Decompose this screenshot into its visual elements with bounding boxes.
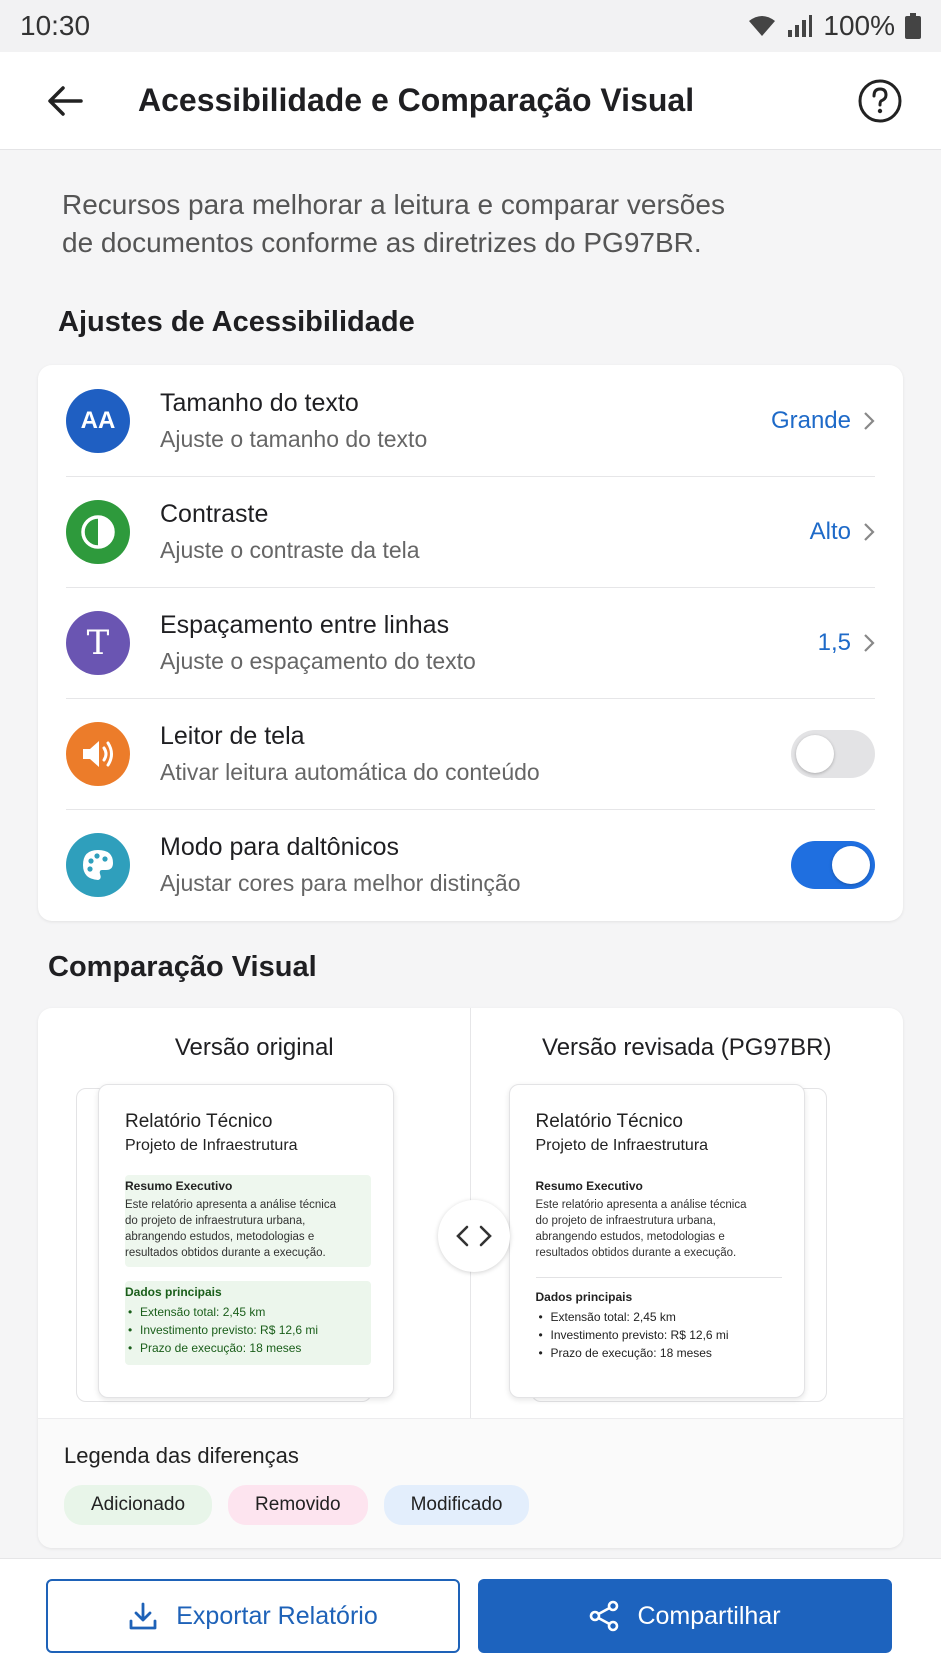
setting-value[interactable]: Alto <box>810 518 875 546</box>
wifi-icon <box>749 16 776 36</box>
chevron-right-icon <box>864 411 875 430</box>
export-report-button[interactable]: Exportar Relatório <box>46 1579 460 1653</box>
setting-title: Modo para daltônicos <box>160 832 400 861</box>
original-version-column: Versão original Relatório Técnico Projet… <box>38 1008 471 1418</box>
intro-text: Recursos para melhorar a leitura e compa… <box>0 150 941 300</box>
share-icon <box>590 1600 619 1632</box>
screen-reader-toggle[interactable] <box>791 729 875 778</box>
differences-legend: Legenda das diferenças Adicionado Removi… <box>38 1418 903 1548</box>
setting-value[interactable]: Grande <box>771 407 875 435</box>
setting-title: Tamanho do texto <box>160 388 359 417</box>
contrast-icon <box>66 499 130 564</box>
status-time: 10:30 <box>20 10 91 41</box>
setting-subtitle: Ajuste o espaçamento do texto <box>160 647 476 674</box>
setting-colorblind-mode: Modo para daltônicos Ajustar cores para … <box>38 809 903 920</box>
help-icon[interactable] <box>857 78 903 124</box>
legend-chip-modified: Modificado <box>383 1485 530 1525</box>
original-version-label: Versão original <box>174 1034 334 1061</box>
download-icon <box>129 1602 157 1630</box>
compare-slider-handle[interactable] <box>438 1200 510 1272</box>
intro-line-1: Recursos para melhorar a leitura e compa… <box>62 189 725 220</box>
palette-icon <box>66 832 130 897</box>
colorblind-mode-toggle[interactable] <box>791 840 875 889</box>
accessibility-section-title: Ajustes de Acessibilidade <box>58 306 415 338</box>
revised-document-preview[interactable]: Relatório Técnico Projeto de Infraestrut… <box>508 1084 805 1398</box>
summary-block: Resumo Executivo Este relatório apresent… <box>535 1179 747 1259</box>
revised-version-column: Versão revisada (PG97BR) Relatório Técni… <box>471 1008 904 1418</box>
bottom-action-bar: Exportar Relatório Compartilhar <box>0 1558 941 1672</box>
toggle-knob <box>796 734 834 773</box>
doc-title: Relatório Técnico <box>535 1111 684 1132</box>
arrow-left-icon <box>48 85 83 116</box>
setting-subtitle: Ajuste o contraste da tela <box>160 536 420 563</box>
setting-subtitle: Ativar leitura automática do conteúdo <box>160 758 540 785</box>
app-bar: Acessibilidade e Comparação Visual <box>0 52 941 150</box>
setting-title: Espaçamento entre linhas <box>160 610 450 639</box>
setting-contrast[interactable]: Contraste Ajuste o contraste da tela Alt… <box>38 476 903 587</box>
doc-subtitle: Projeto de Infraestrutura <box>535 1137 709 1154</box>
setting-title: Leitor de tela <box>160 721 305 750</box>
status-bar: 10:30 100% <box>0 0 941 52</box>
setting-subtitle: Ajuste o tamanho do texto <box>160 425 428 452</box>
share-label: Compartilhar <box>637 1601 781 1630</box>
legend-chip-added: Adicionado <box>64 1485 213 1525</box>
doc-title: Relatório Técnico <box>125 1111 273 1132</box>
toggle-knob <box>832 845 870 884</box>
revised-version-label: Versão revisada (PG97BR) <box>542 1034 832 1061</box>
share-button[interactable]: Compartilhar <box>478 1579 892 1653</box>
original-document-preview[interactable]: Relatório Técnico Projeto de Infraestrut… <box>98 1084 394 1398</box>
chevron-right-icon <box>864 633 875 652</box>
text-size-icon: AA <box>66 388 130 453</box>
export-report-label: Exportar Relatório <box>176 1601 378 1630</box>
setting-screen-reader: Leitor de tela Ativar leitura automática… <box>38 698 903 809</box>
summary-block-added: Resumo Executivo Este relatório apresent… <box>125 1175 371 1267</box>
setting-title: Contraste <box>160 499 269 528</box>
chevron-right-icon <box>864 522 875 541</box>
page-title: Acessibilidade e Comparação Visual <box>138 82 695 118</box>
setting-line-spacing[interactable]: T Espaçamento entre linhas Ajuste o espa… <box>38 587 903 698</box>
status-indicators: 100% <box>747 10 921 42</box>
legend-title: Legenda das diferenças <box>64 1443 299 1468</box>
setting-value[interactable]: 1,5 <box>818 629 875 657</box>
intro-line-2: de documentos conforme as diretrizes do … <box>62 227 702 258</box>
battery-percent: 100% <box>823 10 895 41</box>
back-button[interactable] <box>40 76 90 126</box>
setting-text-size[interactable]: AA Tamanho do texto Ajuste o tamanho do … <box>38 365 903 476</box>
legend-chip-removed: Removido <box>228 1485 368 1525</box>
battery-icon <box>905 13 921 39</box>
line-spacing-icon: T <box>66 610 130 675</box>
setting-subtitle: Ajustar cores para melhor distinção <box>160 869 521 896</box>
chevrons-left-right-icon <box>456 1225 492 1247</box>
speaker-icon <box>66 721 130 786</box>
data-block: Dados principais Extensão total: 2,45 km… <box>536 1286 782 1370</box>
data-block-added: Dados principais Extensão total: 2,45 km… <box>125 1281 371 1365</box>
doc-subtitle: Projeto de Infraestrutura <box>125 1137 298 1154</box>
signal-icon <box>788 15 813 37</box>
accessibility-settings-card: AA Tamanho do texto Ajuste o tamanho do … <box>38 365 903 921</box>
comparison-section-title: Comparação Visual <box>48 951 317 983</box>
visual-comparison-card: Versão original Relatório Técnico Projet… <box>38 1008 903 1548</box>
